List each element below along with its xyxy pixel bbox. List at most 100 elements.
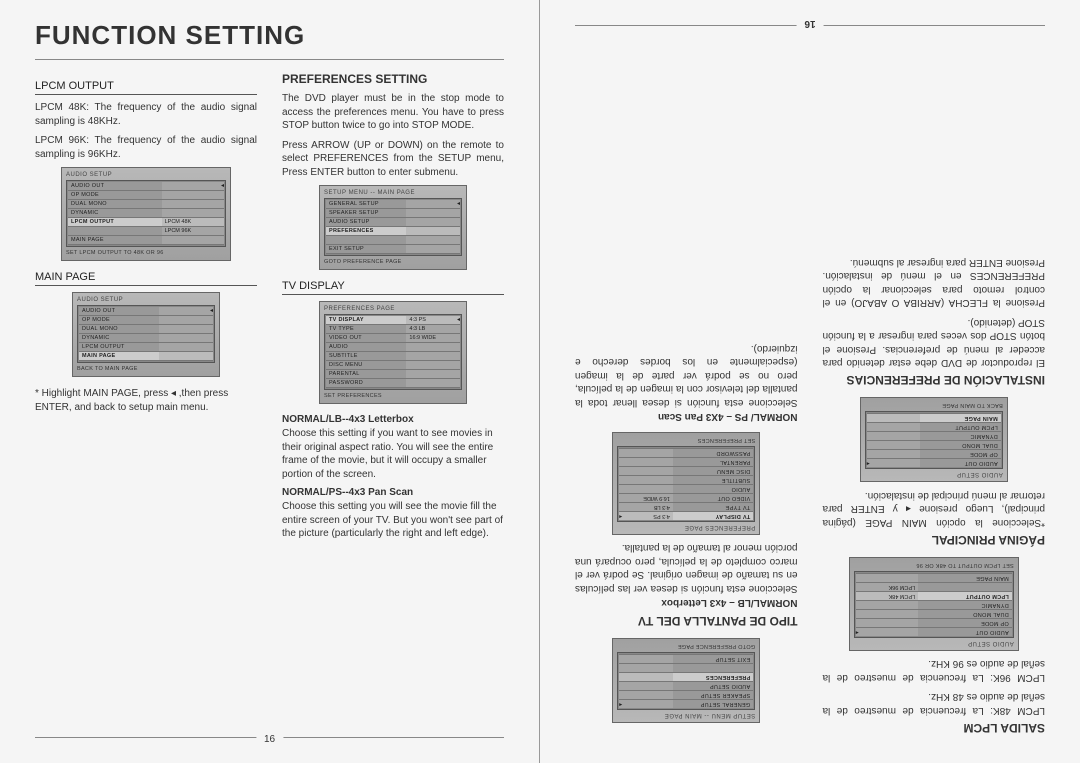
menu-title: AUDIO SETUP <box>77 297 215 303</box>
left-page: FUNCTION SETTING LPCM OUTPUT LPCM 48K: T… <box>0 0 540 763</box>
menu-cell-left: AUDIO SETUP <box>673 681 753 690</box>
menu-cell-right: 16:9 WIDE <box>619 493 673 502</box>
menu-cell-right <box>159 325 213 334</box>
menu-row <box>619 663 753 672</box>
menu-cell-left: DYNAMIC <box>918 600 1012 609</box>
menu-title: PREFERENCES PAGE <box>324 306 462 312</box>
menu-title: SETUP MENU -- MAIN PAGE <box>617 712 755 718</box>
menu-row: MAIN PAGE <box>68 236 224 245</box>
menu-cell-left: DISC MENU <box>326 361 406 370</box>
menu-cell-left: AUDIO SETUP <box>326 218 406 227</box>
menu-cell-left: MAIN PAGE <box>79 352 159 361</box>
inst-p1: El reproductor de DVD debe estar detenid… <box>823 316 1046 370</box>
menu-footer: GOTO PREFERENCE PAGE <box>617 643 755 649</box>
menu-inner: AUDIO OUTOP MODEDUAL MONODYNAMICLPCM OUT… <box>77 305 215 363</box>
left-col2: PREFERENCES SETTING The DVD player must … <box>282 72 504 547</box>
menu-row: OP MODE <box>68 191 224 200</box>
menu-cell-right: LPCM 96K <box>856 582 918 591</box>
menu-cell-left: DYNAMIC <box>79 334 159 343</box>
menu-footer: SET PREFERENCES <box>617 437 755 443</box>
menu-row: LPCM 96K <box>68 227 224 236</box>
menu-row: TV DISPLAY4:3 PS <box>326 316 460 325</box>
menu-row: LPCM OUTPUT <box>79 343 213 352</box>
menu-cell-left: AUDIO OUT <box>918 627 1012 636</box>
menu-cell-left: DYNAMIC <box>920 432 1000 441</box>
menu-inner: AUDIO OUTOP MODEDUAL MONODYNAMICLPCM OUT… <box>66 180 226 247</box>
menu-cell-left: DISC MENU <box>673 466 753 475</box>
page-title: FUNCTION SETTING <box>35 20 504 51</box>
salida-lpcm-header: SALIDA LPCM <box>823 721 1046 735</box>
menu-row: AUDIO OUT <box>856 627 1012 636</box>
menu-cell-right <box>867 432 921 441</box>
menu-footer: SET LPCM OUTPUT TO 48K OR 96 <box>854 562 1014 568</box>
menu-cell-right <box>162 236 224 245</box>
menu-row: SUBTITLE <box>326 352 460 361</box>
menu-cell-left: PARENTAL <box>673 457 753 466</box>
menu-cell-right <box>406 245 460 254</box>
menu-row: DUAL MONO <box>79 325 213 334</box>
letterbox-header-es: NORMAL/LB – 4x3 Letterbox <box>575 597 798 608</box>
left-col1: LPCM OUTPUT LPCM 48K: The frequency of t… <box>35 72 257 547</box>
menu-cell-left: VIDEO OUT <box>673 493 753 502</box>
menu-cell-right <box>867 441 921 450</box>
arrow-hint-icon: ◂ <box>457 200 460 207</box>
menu-cell-left: SPEAKER SETUP <box>326 209 406 218</box>
right-col2: SETUP MENU -- MAIN PAGE GENERAL SETUPSPEA… <box>575 250 798 744</box>
menu-cell-right <box>619 475 673 484</box>
menu-cell-right <box>406 352 460 361</box>
menu-cell-right <box>159 352 213 361</box>
arrow-hint-icon: ◂ <box>210 307 213 314</box>
menu-footer: BACK TO MAIN PAGE <box>865 403 1003 409</box>
menu-footer: SET PREFERENCES <box>324 393 462 399</box>
menu-cell-left: MAIN PAGE <box>920 414 1000 423</box>
menu-footer: SET LPCM OUTPUT TO 48K OR 96 <box>66 250 226 256</box>
pref-p2: Press ARROW (UP or DOWN) on the remote t… <box>282 139 504 180</box>
menu-cell-left: TV DISPLAY <box>673 511 753 520</box>
menu-inner: AUDIO OUTOP MODEDUAL MONODYNAMICLPCM OUT… <box>865 412 1003 470</box>
menu-cell-left: MAIN PAGE <box>918 573 1012 582</box>
menu-row: PASSWORD <box>326 379 460 388</box>
menu-cell-right <box>867 423 921 432</box>
menu-footer: BACK TO MAIN PAGE <box>77 366 215 372</box>
menu-cell-left: DUAL MONO <box>918 609 1012 618</box>
menu-row: LPCM OUTPUTLPCM 48K <box>856 591 1012 600</box>
audio-setup-menu-1: AUDIO SETUPAUDIO OUTOP MODEDUAL MONODYNA… <box>61 167 231 261</box>
menu-row: AUDIO <box>326 343 460 352</box>
lpcm-output-header: LPCM OUTPUT <box>35 80 257 95</box>
preferences-page-menu-es: PREFERENCES PAGETV DISPLAY4:3 PSTV TYPE4… <box>612 432 760 535</box>
menu-cell-right: 4:3 LB <box>406 325 460 334</box>
menu-cell-right <box>159 343 213 352</box>
menu-cell-left <box>673 663 753 672</box>
menu-cell-left: PREFERENCES <box>673 672 753 681</box>
panscan-header-es: NORMAL/ PS – 4X3 Pan Scan <box>575 411 798 422</box>
menu-row: DYNAMIC <box>79 334 213 343</box>
panscan-header: NORMAL/PS--4x3 Pan Scan <box>282 487 504 498</box>
menu-cell-right <box>159 307 213 316</box>
menu-inner: TV DISPLAY4:3 PSTV TYPE4:3 LBVIDEO OUT16… <box>617 446 755 522</box>
menu-cell-right: LPCM 48K <box>856 591 918 600</box>
menu-row: PREFERENCES <box>326 227 460 236</box>
menu-row: PASSWORD <box>619 448 753 457</box>
menu-cell-left: SUBTITLE <box>673 475 753 484</box>
menu-cell-right: LPCM 48K <box>162 218 224 227</box>
menu-cell-right <box>406 200 460 209</box>
menu-inner: GENERAL SETUPSPEAKER SETUPAUDIO SETUPPRE… <box>617 652 755 710</box>
page-number: 16 <box>256 734 283 745</box>
menu-row <box>326 236 460 245</box>
menu-cell-left: OP MODE <box>920 450 1000 459</box>
menu-row: GENERAL SETUP <box>619 699 753 708</box>
menu-cell-right <box>619 690 673 699</box>
menu-row: AUDIO OUT <box>867 459 1001 468</box>
menu-cell-right: 4:3 PS <box>619 511 673 520</box>
right-col1: SALIDA LPCM LPCM 48K: La frecuencia de m… <box>823 250 1046 744</box>
menu-cell-left: DUAL MONO <box>79 325 159 334</box>
menu-cell-left <box>68 227 162 236</box>
pagina-principal-header: PÁGINA PRINCIPAL <box>823 533 1046 547</box>
menu-cell-right <box>406 343 460 352</box>
lpcm96-text: LPCM 96K: The frequency of the audio sig… <box>35 134 257 161</box>
menu-inner: AUDIO OUTOP MODEDUAL MONODYNAMICLPCM OUT… <box>854 571 1014 638</box>
letterbox-text-es: Seleccione esta función si desea ver las… <box>575 541 798 595</box>
menu-cell-right <box>619 672 673 681</box>
menu-cell-right <box>619 457 673 466</box>
menu-inner: GENERAL SETUPSPEAKER SETUPAUDIO SETUPPRE… <box>324 198 462 256</box>
